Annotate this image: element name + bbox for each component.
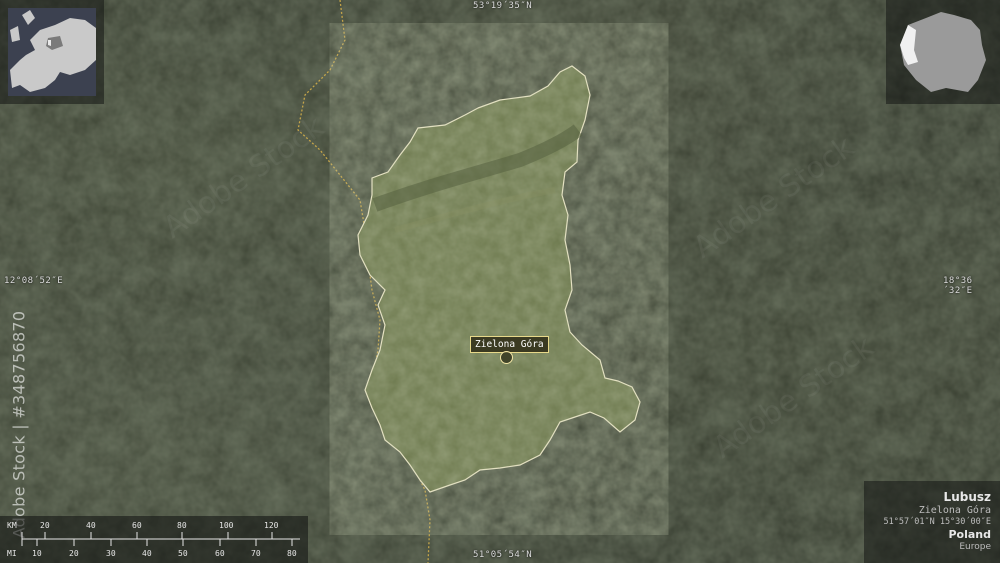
capital-name: Zielona Góra xyxy=(918,505,991,516)
coord-bottom: 51°05´54″N xyxy=(473,550,533,560)
watermark: Adobe Stock | #348756870 xyxy=(9,310,29,539)
mi-tick: 10 xyxy=(32,549,42,558)
mi-tick: 70 xyxy=(251,549,261,558)
km-tick: 20 xyxy=(40,521,50,530)
km-tick: 40 xyxy=(86,521,96,530)
continent-name: Europe xyxy=(959,542,991,552)
mi-tick: 30 xyxy=(106,549,116,558)
city-label: Zielona Góra xyxy=(470,336,549,353)
poland-locator-map xyxy=(900,12,986,92)
europe-locator-map xyxy=(8,8,96,96)
km-tick: 100 xyxy=(219,521,234,530)
km-tick: 120 xyxy=(264,521,279,530)
scale-bar: KM MI 20 40 60 80 100 120 10 20 30 40 50… xyxy=(0,516,308,563)
mi-tick: 20 xyxy=(69,549,79,558)
region-name: Lubusz xyxy=(943,490,991,504)
center-coords: 51°57´01″N 15°30´00″E xyxy=(883,517,991,527)
country-locator-inset xyxy=(886,0,1000,104)
mi-tick: 40 xyxy=(142,549,152,558)
mi-tick: 80 xyxy=(287,549,297,558)
mi-tick: 60 xyxy=(215,549,225,558)
coord-top: 53°19´35″N xyxy=(473,1,533,11)
mi-tick: 50 xyxy=(178,549,188,558)
city-marker-icon xyxy=(500,351,513,364)
europe-locator-inset xyxy=(0,0,104,104)
terrain-texture xyxy=(0,0,1000,563)
coord-left: 12°08´52″E xyxy=(4,276,64,286)
km-tick: 60 xyxy=(132,521,142,530)
info-box: Lubusz Zielona Góra 51°57´01″N 15°30´00″… xyxy=(864,481,1000,563)
country-name: Poland xyxy=(948,528,991,541)
coord-right: 18°36´32″E xyxy=(943,276,973,296)
satellite-map: Adobe Stock Adobe Stock Adobe Stock 53°1… xyxy=(0,0,1000,563)
km-tick: 80 xyxy=(177,521,187,530)
